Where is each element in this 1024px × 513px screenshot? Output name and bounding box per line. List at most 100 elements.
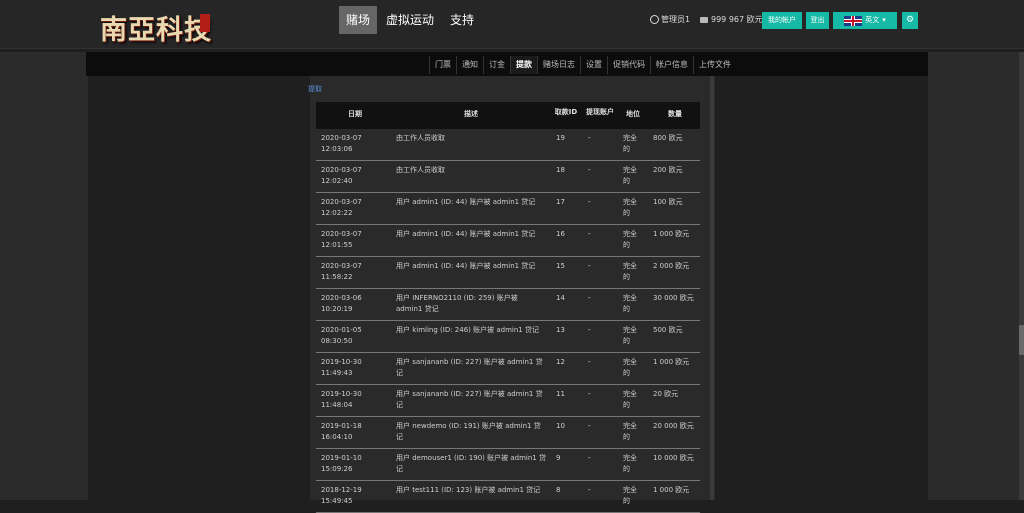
cell-date: 2019-10-30 11:48:04	[321, 390, 362, 409]
subnav-account-info[interactable]: 帐户信息	[650, 56, 693, 74]
table-row: 2020-03-07 12:01:55 用户 admin1 (ID: 44) 账户…	[316, 225, 700, 257]
cell-date: 2020-03-07 12:03:06	[321, 134, 362, 153]
cell-withdrawal-id: 11	[556, 390, 565, 398]
cell-description: 用户 newdemo (ID: 191) 账户被 admin1 贷记	[396, 422, 541, 441]
user-name: 管理员1	[661, 15, 691, 24]
logo-text: 南亞科技	[100, 15, 212, 46]
cell-description: 用户 admin1 (ID: 44) 账户被 admin1 贷记	[396, 230, 536, 238]
cell-status: 完全的	[623, 326, 637, 345]
table-row: 2019-10-30 11:48:04 用户 sanjananb (ID: 227…	[316, 385, 700, 417]
cell-withdrawal-account: -	[588, 422, 591, 430]
right-panel	[928, 52, 1024, 500]
cell-description: 用户 sanjananb (ID: 227) 账户被 admin1 贷记	[396, 358, 543, 377]
cell-withdrawal-id: 15	[556, 262, 565, 270]
table-row: 2018-12-19 15:49:45 用户 test111 (ID: 123) …	[316, 481, 700, 513]
cell-status: 完全的	[623, 262, 637, 281]
cell-description: 用户 admin1 (ID: 44) 账户被 admin1 贷记	[396, 262, 536, 270]
subnav-withdrawal[interactable]: 提款	[510, 56, 537, 74]
cell-description: 由工作人员收取	[396, 166, 445, 174]
cell-description: 用户 demouser1 (ID: 190) 账户被 admin1 贷记	[396, 454, 546, 473]
subnav-tickets[interactable]: 门票	[429, 56, 456, 74]
cell-withdrawal-account: -	[588, 262, 591, 270]
table-row: 2019-01-18 16:04:10 用户 newdemo (ID: 191) …	[316, 417, 700, 449]
cell-withdrawal-account: -	[588, 230, 591, 238]
cell-date: 2020-03-07 12:01:55	[321, 230, 362, 249]
table-row: 2019-10-30 11:49:43 用户 sanjananb (ID: 227…	[316, 353, 700, 385]
table-row: 2019-01-10 15:09:26 用户 demouser1 (ID: 190…	[316, 449, 700, 481]
withdrawals-table: 日期 描述 取款ID 提现账户 地位 数量 2020-03-07 12:03:0…	[316, 102, 700, 513]
subnav-casino-log[interactable]: 赌场日志	[537, 56, 580, 74]
logout-button[interactable]: 登出	[806, 12, 829, 29]
cell-status: 完全的	[623, 390, 637, 409]
cell-withdrawal-id: 12	[556, 358, 565, 366]
header-withdrawal-account: 提现账户	[586, 108, 614, 116]
cell-date: 2019-01-10 15:09:26	[321, 454, 362, 473]
cell-status: 完全的	[623, 198, 637, 217]
cell-amount: 20 000 欧元	[653, 422, 694, 430]
table-row: 2020-01-05 08:30:50 用户 kimling (ID: 246) …	[316, 321, 700, 353]
cell-date: 2018-12-19 15:49:45	[321, 486, 362, 505]
cell-withdrawal-id: 13	[556, 326, 565, 334]
breadcrumb[interactable]: 提取	[308, 84, 322, 94]
cell-status: 完全的	[623, 422, 637, 441]
nav-support[interactable]: 支持	[443, 6, 481, 34]
cell-withdrawal-account: -	[588, 294, 591, 302]
table-row: 2020-03-07 11:58:22 用户 admin1 (ID: 44) 账户…	[316, 257, 700, 289]
subnav-notifications[interactable]: 通知	[456, 56, 483, 74]
cell-date: 2020-01-05 08:30:50	[321, 326, 362, 345]
cell-date: 2020-03-06 10:20:19	[321, 294, 362, 313]
scrollbar-track[interactable]	[1019, 52, 1024, 500]
table-row: 2020-03-06 10:20:19 用户 INFERNO2110 (ID: 2…	[316, 289, 700, 321]
language-selector[interactable]: 英文 ▾	[833, 12, 897, 29]
nav-casino[interactable]: 赌场	[339, 6, 378, 34]
nav-virtual-sports[interactable]: 虚拟运动	[379, 6, 441, 34]
main-nav: 赌场 虚拟运动 支持	[339, 6, 483, 34]
cell-amount: 30 000 欧元	[653, 294, 694, 302]
cell-amount: 200 欧元	[653, 166, 683, 174]
cell-amount: 10 000 欧元	[653, 454, 694, 462]
balance-value: 999 967 欧元	[711, 15, 763, 24]
user-info[interactable]: 管理员1	[650, 14, 690, 25]
gear-icon: ⚙	[905, 15, 915, 25]
site-logo[interactable]: 南亞科技	[100, 8, 211, 46]
table-header: 日期 描述 取款ID 提现账户 地位 数量	[316, 102, 700, 129]
content-border	[710, 76, 714, 500]
header-amount: 数量	[668, 110, 682, 118]
cell-description: 用户 test111 (ID: 123) 账户被 admin1 贷记	[396, 486, 541, 494]
cell-status: 完全的	[623, 230, 637, 249]
cell-status: 完全的	[623, 166, 637, 185]
header-description: 描述	[464, 110, 478, 118]
cell-withdrawal-account: -	[588, 390, 591, 398]
cell-withdrawal-account: -	[588, 326, 591, 334]
wallet-icon	[700, 16, 708, 23]
cell-withdrawal-account: -	[588, 486, 591, 494]
cell-status: 完全的	[623, 134, 637, 153]
cell-withdrawal-id: 10	[556, 422, 565, 430]
subnav-promo-code[interactable]: 促销代码	[607, 56, 650, 74]
settings-button[interactable]: ⚙	[902, 12, 918, 29]
cell-amount: 2 000 欧元	[653, 262, 690, 270]
my-account-button[interactable]: 我的帐户	[762, 12, 802, 29]
cell-date: 2019-01-18 16:04:10	[321, 422, 362, 441]
cell-withdrawal-id: 9	[556, 454, 561, 462]
header-date: 日期	[348, 110, 362, 118]
table-body: 2020-03-07 12:03:06 由工作人员收取 19- 完全的 800 欧元 20…	[316, 129, 700, 513]
scrollbar-thumb[interactable]	[1019, 325, 1024, 355]
cell-withdrawal-id: 14	[556, 294, 565, 302]
cell-withdrawal-id: 17	[556, 198, 565, 206]
cell-description: 由工作人员收取	[396, 134, 445, 142]
chevron-down-icon: ▾	[882, 16, 886, 24]
header-withdrawal-id: 取款ID	[554, 108, 578, 116]
cell-withdrawal-account: -	[588, 166, 591, 174]
cell-amount: 1 000 欧元	[653, 230, 690, 238]
uk-flag-icon	[844, 15, 863, 26]
subnav-upload-files[interactable]: 上传文件	[693, 56, 736, 74]
cell-withdrawal-account: -	[588, 358, 591, 366]
top-bar: 南亞科技 赌场 虚拟运动 支持 管理员1 999 967 欧元 我的帐户 登出 …	[0, 0, 1024, 49]
logo-seal-icon	[200, 14, 210, 32]
subnav-deposit[interactable]: 订金	[483, 56, 510, 74]
cell-withdrawal-account: -	[588, 454, 591, 462]
subnav-settings[interactable]: 设置	[580, 56, 607, 74]
cell-description: 用户 admin1 (ID: 44) 账户被 admin1 贷记	[396, 198, 536, 206]
cell-description: 用户 kimling (ID: 246) 账户被 admin1 贷记	[396, 326, 539, 334]
